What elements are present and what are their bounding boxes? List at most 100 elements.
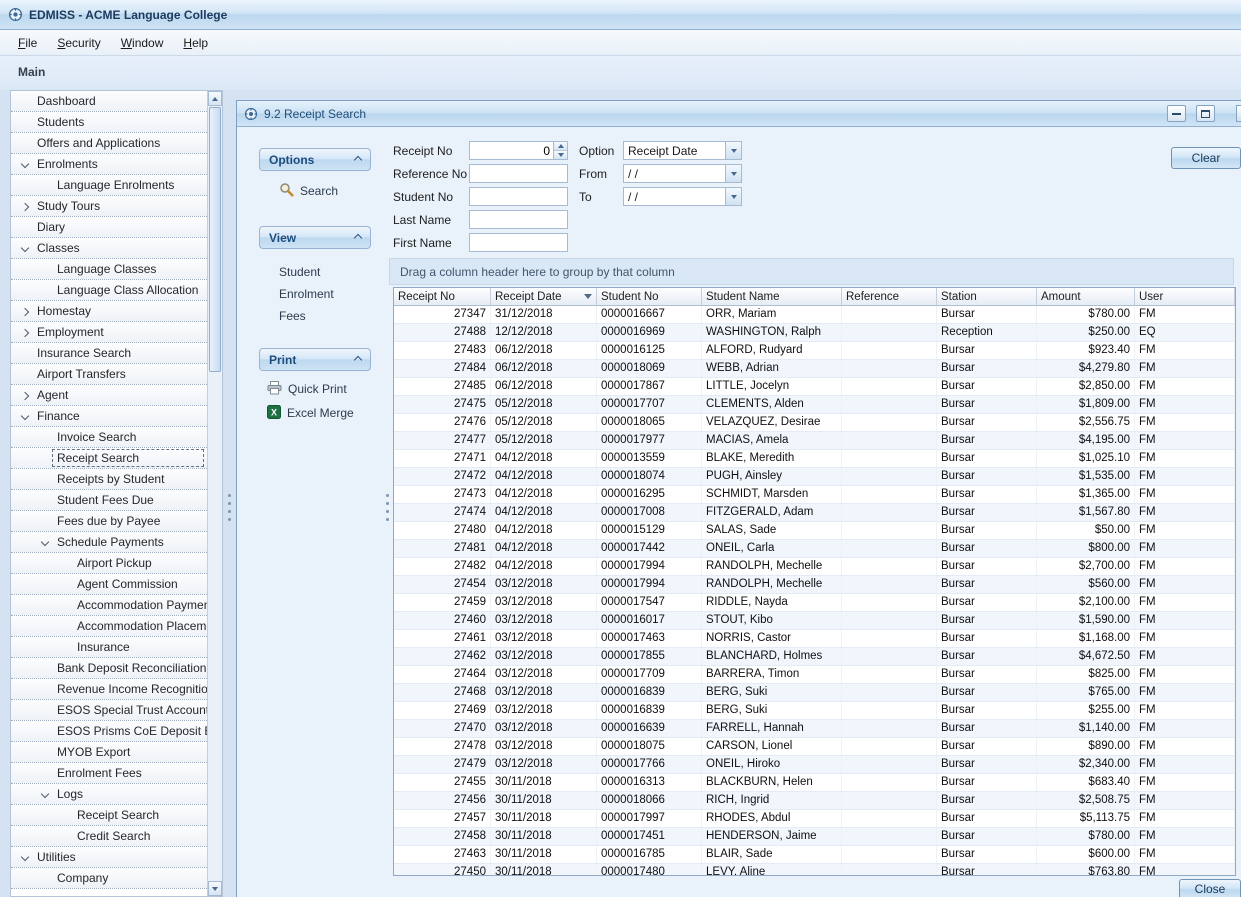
table-row[interactable]: 2747705/12/20180000017977MACIAS, AmelaBu… (394, 432, 1235, 450)
table-row[interactable]: 2746803/12/20180000016839BERG, SukiBursa… (394, 684, 1235, 702)
table-row[interactable]: 2745630/11/20180000018066RICH, IngridBur… (394, 792, 1235, 810)
sidebar-item-airport-transfers[interactable]: Airport Transfers (11, 364, 207, 385)
calendar-dropdown-button[interactable] (725, 188, 741, 205)
filter-dropdown-icon[interactable] (584, 294, 592, 299)
table-row[interactable]: 2746003/12/20180000016017STOUT, KiboBurs… (394, 612, 1235, 630)
dropdown-button[interactable] (725, 142, 741, 159)
column-header-user[interactable]: User (1135, 288, 1235, 305)
sidebar-splitter-handle[interactable] (227, 492, 232, 522)
sidebar-item-study-tours[interactable]: Study Tours (11, 196, 207, 217)
sidebar-item-enrolment-fees[interactable]: Enrolment Fees (11, 763, 207, 784)
table-row[interactable]: 2747204/12/20180000018074PUGH, AinsleyBu… (394, 468, 1235, 486)
sidebar-item-esos-special-trust-account[interactable]: ESOS Special Trust Account (11, 700, 207, 721)
sidebar-item-insurance-search[interactable]: Insurance Search (11, 343, 207, 364)
sidebar-item-language-classes[interactable]: Language Classes (11, 259, 207, 280)
column-header-station[interactable]: Station (937, 288, 1037, 305)
sidebar-item-schedule-payments[interactable]: Schedule Payments (11, 532, 207, 553)
view-panel-header[interactable]: View (259, 226, 371, 249)
sidebar-item-agent[interactable]: Agent (11, 385, 207, 406)
sidebar-item-diary[interactable]: Diary (11, 217, 207, 238)
sidebar-item-accommodation-placement[interactable]: Accommodation Placement (11, 616, 207, 637)
quick-print-button[interactable]: Quick Print (267, 380, 347, 398)
table-row[interactable]: 2745830/11/20180000017451HENDERSON, Jaim… (394, 828, 1235, 846)
window-titlebar[interactable]: EDMISS - ACME Language College (0, 0, 1241, 30)
sidebar-item-fees-due-by-payee[interactable]: Fees due by Payee (11, 511, 207, 532)
sidebar-item-airport-pickup[interactable]: Airport Pickup (11, 553, 207, 574)
sidebar-item-employment[interactable]: Employment (11, 322, 207, 343)
options-panel-header[interactable]: Options (259, 148, 371, 171)
spin-down-button[interactable] (554, 151, 567, 159)
menu-help[interactable]: Help (173, 32, 218, 54)
table-row[interactable]: 2747803/12/20180000018075CARSON, LionelB… (394, 738, 1235, 756)
table-row[interactable]: 2746203/12/20180000017855BLANCHARD, Holm… (394, 648, 1235, 666)
view-enrolment-link[interactable]: Enrolment (279, 285, 334, 303)
close-button[interactable]: Close (1179, 879, 1241, 897)
table-row[interactable]: 2746403/12/20180000017709BARRERA, TimonB… (394, 666, 1235, 684)
column-header-amount[interactable]: Amount (1037, 288, 1135, 305)
column-header-reference[interactable]: Reference (842, 288, 937, 305)
view-student-link[interactable]: Student (279, 263, 320, 281)
maximize-button[interactable] (1196, 105, 1215, 122)
sidebar-item-logs[interactable]: Logs (11, 784, 207, 805)
last-name-input[interactable] (470, 211, 567, 228)
table-row[interactable]: 2747404/12/20180000017008FITZGERALD, Ada… (394, 504, 1235, 522)
from-date-field[interactable]: / / (623, 164, 742, 183)
table-row[interactable]: 2748506/12/20180000017867LITTLE, Jocelyn… (394, 378, 1235, 396)
sidebar-item-company[interactable]: Company (11, 868, 207, 889)
tab-main[interactable]: Main (18, 65, 45, 79)
sidebar-item-revenue-income-recognition[interactable]: Revenue Income Recognition (11, 679, 207, 700)
table-row[interactable]: 2748004/12/20180000015129SALAS, SadeBurs… (394, 522, 1235, 540)
clear-button[interactable]: Clear (1171, 147, 1241, 169)
receipt-no-input[interactable] (470, 142, 553, 159)
column-header-receipt-no[interactable]: Receipt No (394, 288, 491, 305)
table-row[interactable]: 2747605/12/20180000018065VELAZQUEZ, Desi… (394, 414, 1235, 432)
column-header-student-name[interactable]: Student Name (702, 288, 842, 305)
table-row[interactable]: 2748812/12/20180000016969WASHINGTON, Ral… (394, 324, 1235, 342)
sidebar-item-credit-search[interactable]: Credit Search (11, 826, 207, 847)
sidebar-item-finance[interactable]: Finance (11, 406, 207, 427)
sidebar-item-receipts-by-student[interactable]: Receipts by Student (11, 469, 207, 490)
table-row[interactable]: 2747304/12/20180000016295SCHMIDT, Marsde… (394, 486, 1235, 504)
calendar-dropdown-button[interactable] (725, 165, 741, 182)
view-fees-link[interactable]: Fees (279, 307, 306, 325)
student-no-input[interactable] (470, 188, 567, 205)
menu-window[interactable]: Window (111, 32, 174, 54)
sidebar-item-utilities[interactable]: Utilities (11, 847, 207, 868)
reference-no-input[interactable] (470, 165, 567, 182)
sidebar-item-language-enrolments[interactable]: Language Enrolments (11, 175, 207, 196)
window-edge-button[interactable] (1236, 105, 1241, 122)
to-date-field[interactable]: / / (623, 187, 742, 206)
table-row[interactable]: 2745903/12/20180000017547RIDDLE, NaydaBu… (394, 594, 1235, 612)
table-row[interactable]: 2734731/12/20180000016667ORR, MariamBurs… (394, 306, 1235, 324)
sidebar-scrollbar[interactable] (207, 91, 222, 896)
sidebar-item-language-class-allocation[interactable]: Language Class Allocation (11, 280, 207, 301)
receipt-window-titlebar[interactable]: 9.2 Receipt Search (237, 101, 1241, 127)
sidebar-item-invoice-search[interactable]: Invoice Search (11, 427, 207, 448)
sidebar-item-offers-and-applications[interactable]: Offers and Applications (11, 133, 207, 154)
sidebar-item-students[interactable]: Students (11, 112, 207, 133)
sidebar-item-insurance[interactable]: Insurance (11, 637, 207, 658)
option-select[interactable]: Receipt Date (623, 141, 742, 160)
sidebar-item-accommodation-payment[interactable]: Accommodation Payment (11, 595, 207, 616)
table-row[interactable]: 2745530/11/20180000016313BLACKBURN, Hele… (394, 774, 1235, 792)
scroll-up-button[interactable] (208, 91, 222, 106)
table-row[interactable]: 2747104/12/20180000013559BLAKE, Meredith… (394, 450, 1235, 468)
table-row[interactable]: 2747903/12/20180000017766ONEIL, HirokoBu… (394, 756, 1235, 774)
group-by-bar[interactable]: Drag a column header here to group by th… (389, 258, 1234, 285)
table-row[interactable]: 2745030/11/20180000017480LEVY, AlineBurs… (394, 864, 1235, 876)
table-row[interactable]: 2746903/12/20180000016839BERG, SukiBursa… (394, 702, 1235, 720)
column-header-student-no[interactable]: Student No (597, 288, 702, 305)
sidebar-item-receipt-search[interactable]: Receipt Search (11, 448, 207, 469)
sidebar-item-homestay[interactable]: Homestay (11, 301, 207, 322)
menu-file[interactable]: File (8, 32, 47, 54)
scroll-down-button[interactable] (208, 881, 222, 896)
table-row[interactable]: 2748406/12/20180000018069WEBB, AdrianBur… (394, 360, 1235, 378)
table-row[interactable]: 2748204/12/20180000017994RANDOLPH, Meche… (394, 558, 1235, 576)
sidebar-item-enrolments[interactable]: Enrolments (11, 154, 207, 175)
scrollbar-thumb[interactable] (209, 107, 221, 372)
table-row[interactable]: 2746103/12/20180000017463NORRIS, CastorB… (394, 630, 1235, 648)
spin-up-button[interactable] (554, 142, 567, 151)
sidebar-item-student-fees-due[interactable]: Student Fees Due (11, 490, 207, 511)
sidebar-item-receipt-search[interactable]: Receipt Search (11, 805, 207, 826)
sidebar-item-esos-prisms-coe-deposit-expor[interactable]: ESOS Prisms CoE Deposit Expor (11, 721, 207, 742)
